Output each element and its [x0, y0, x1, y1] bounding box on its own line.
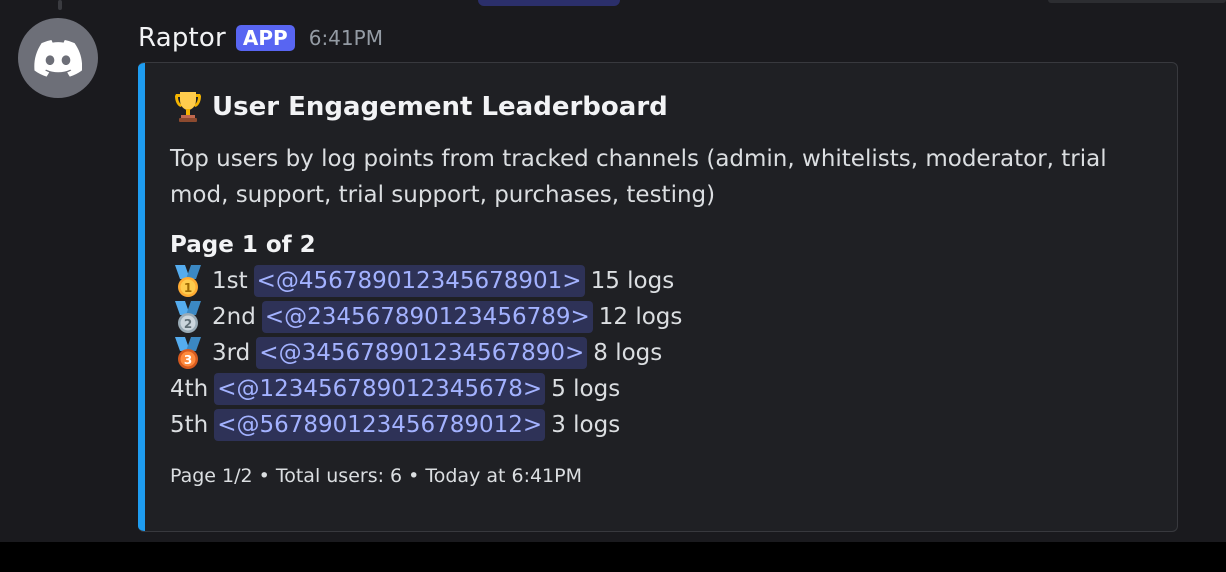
- message-header: Raptor APP 6:41PM: [138, 18, 383, 58]
- bottom-bar: [0, 542, 1226, 572]
- leaderboard-row: 5th <@567890123456789012> 3 logs: [170, 407, 1153, 443]
- footer-separator: •: [408, 465, 420, 487]
- embed-title-text: User Engagement Leaderboard: [212, 92, 668, 122]
- user-mention[interactable]: <@567890123456789012>: [214, 409, 546, 441]
- svg-text:1: 1: [184, 281, 192, 295]
- footer-page: Page 1/2: [170, 465, 253, 487]
- leaderboard-row: 1 1st <@456789012345678901> 15 logs: [170, 263, 1153, 299]
- leaderboard-row: 3 3rd <@345678901234567890> 8 logs: [170, 335, 1153, 371]
- log-count: 12 logs: [598, 304, 683, 330]
- app-badge: APP: [235, 25, 295, 51]
- embed-footer: Page 1/2 • Total users: 6 • Today at 6:4…: [170, 465, 1153, 487]
- footer-timestamp: Today at 6:41PM: [425, 465, 582, 487]
- svg-text:2: 2: [184, 317, 192, 331]
- log-count: 3 logs: [551, 412, 621, 438]
- footer-separator: •: [258, 465, 270, 487]
- rank-label: 5th: [170, 412, 209, 438]
- leaderboard-row: 4th <@123456789012345678> 5 logs: [170, 371, 1153, 407]
- user-mention[interactable]: <@234567890123456789>: [261, 301, 593, 333]
- avatar[interactable]: [18, 18, 98, 98]
- embed-accent-stripe: [138, 63, 145, 531]
- user-mention[interactable]: <@123456789012345678>: [214, 373, 546, 405]
- chat-area: Raptor APP 6:41PM User Engagement Leader…: [0, 0, 1226, 542]
- log-count: 8 logs: [593, 340, 663, 366]
- previous-message-fragment-right: [1048, 0, 1226, 3]
- rank-label: 3rd: [212, 340, 251, 366]
- footer-total-users: Total users: 6: [275, 465, 403, 487]
- discord-logo-icon: [34, 39, 82, 77]
- page-heading: Page 1 of 2: [170, 232, 316, 258]
- reply-rail: [58, 0, 62, 10]
- silver-medal-icon: 2: [175, 301, 201, 333]
- username[interactable]: Raptor: [138, 23, 226, 53]
- embed-description: Top users by log points from tracked cha…: [170, 146, 1107, 208]
- rank-label: 1st: [212, 268, 248, 294]
- user-mention[interactable]: <@345678901234567890>: [256, 337, 588, 369]
- previous-message-fragment: [478, 0, 620, 6]
- message-timestamp[interactable]: 6:41PM: [309, 26, 383, 50]
- log-count: 15 logs: [590, 268, 675, 294]
- log-count: 5 logs: [551, 376, 621, 402]
- rank-label: 2nd: [212, 304, 256, 330]
- leaderboard-row: 2 2nd <@234567890123456789> 12 logs: [170, 299, 1153, 335]
- svg-text:3: 3: [184, 353, 192, 367]
- bronze-medal-icon: 3: [175, 337, 201, 369]
- trophy-icon: [175, 92, 201, 122]
- leaderboard-list: 1 1st <@456789012345678901> 15 logs 2 2n…: [170, 263, 1153, 443]
- user-mention[interactable]: <@456789012345678901>: [253, 265, 585, 297]
- rank-label: 4th: [170, 376, 209, 402]
- embed-title: User Engagement Leaderboard: [170, 87, 1153, 127]
- gold-medal-icon: 1: [175, 265, 201, 297]
- embed: User Engagement Leaderboard Top users by…: [138, 62, 1178, 532]
